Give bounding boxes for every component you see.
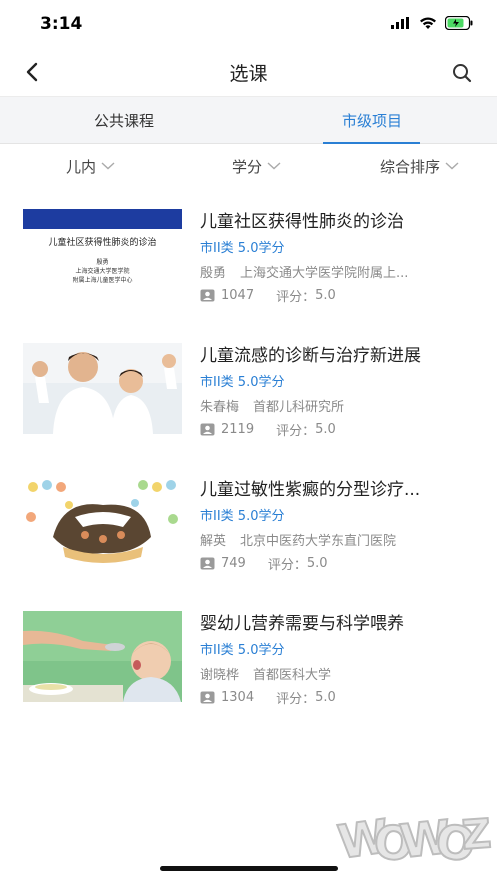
course-item[interactable]: 儿童社区获得性肺炎的诊治 殷勇 上海交通大学医学院 附属上海儿童医学中心 儿童社…	[0, 188, 497, 322]
thumb-line: 上海交通大学医学院	[75, 268, 130, 275]
rating-value: 5.0	[315, 288, 336, 303]
thumbnail-image	[23, 611, 182, 702]
teacher-name: 朱春梅	[200, 400, 240, 415]
filter-bar: 儿内 学分 综合排序	[0, 144, 497, 188]
tab-city-projects[interactable]: 市级项目	[272, 97, 472, 144]
course-item[interactable]: 婴幼儿营养需要与科学喂养 市II类 5.0学分 谢晓桦 首都医科大学 1304 评…	[0, 590, 497, 724]
course-credit: 市II类 5.0学分	[200, 241, 285, 256]
thumbnail-image	[23, 343, 182, 434]
rating-value: 5.0	[315, 422, 336, 437]
course-title: 婴幼儿营养需要与科学喂养	[200, 614, 404, 634]
nav-bar: 选课	[0, 48, 497, 96]
filter-credit[interactable]: 学分	[232, 144, 281, 188]
rating-label: 评分：	[276, 692, 316, 707]
rating-label: 评分：	[267, 558, 307, 573]
course-title: 儿童过敏性紫癜的分型诊疗...	[200, 480, 421, 500]
thumb-title: 儿童社区获得性肺炎的诊治	[48, 238, 157, 248]
course-thumbnail	[23, 611, 182, 702]
course-thumbnail	[23, 477, 182, 568]
course-stats: 2119 评分： 5.0	[200, 420, 336, 439]
view-count: 1304	[221, 690, 255, 705]
course-title: 儿童社区获得性肺炎的诊治	[200, 212, 404, 232]
chevron-down-icon	[445, 162, 459, 170]
status-time: 3:14	[40, 14, 83, 34]
course-stats: 1304 评分： 5.0	[200, 688, 336, 707]
course-stats: 749 评分： 5.0	[200, 554, 328, 573]
course-thumbnail	[23, 343, 182, 434]
search-icon	[453, 64, 472, 83]
thumb-line: 殷勇	[96, 259, 109, 266]
course-title: 儿童流感的诊断与治疗新进展	[200, 346, 421, 366]
views-icon	[200, 691, 215, 704]
course-tabs: 公共课程 市级项目	[0, 96, 497, 144]
course-teacher: 朱春梅 首都儿科研究所	[200, 396, 470, 415]
teacher-org: 首都儿科研究所	[253, 400, 345, 415]
view-count: 1047	[221, 288, 255, 303]
thumb-line: 附属上海儿童医学中心	[72, 277, 133, 284]
teacher-org: 上海交通大学医学院附属上...	[240, 266, 409, 281]
rating-value: 5.0	[315, 690, 336, 705]
teacher-name: 殷勇	[200, 266, 227, 281]
teacher-org: 首都医科大学	[253, 668, 332, 683]
views-icon	[200, 423, 215, 436]
tab-public-courses[interactable]: 公共课程	[24, 97, 224, 144]
filter-credit-label: 学分	[232, 157, 263, 176]
wifi-icon	[420, 17, 436, 29]
search-button[interactable]	[449, 60, 475, 86]
chevron-down-icon	[101, 162, 115, 170]
rating-value: 5.0	[306, 556, 328, 571]
course-teacher: 解英 北京中医药大学东直门医院	[200, 530, 470, 549]
rating-label: 评分：	[276, 290, 316, 305]
views-icon	[200, 289, 215, 302]
watermark-logo: W O W O Z	[333, 808, 493, 874]
rating-label: 评分：	[276, 424, 316, 439]
teacher-name: 解英	[200, 534, 227, 549]
course-teacher: 谢晓桦 首都医科大学	[200, 664, 470, 683]
battery-icon	[445, 16, 473, 30]
signal-icon	[391, 17, 409, 29]
course-item[interactable]: 儿童流感的诊断与治疗新进展 市II类 5.0学分 朱春梅 首都儿科研究所 2119…	[0, 322, 497, 456]
course-stats: 1047 评分： 5.0	[200, 286, 336, 305]
course-item[interactable]: 儿童过敏性紫癜的分型诊疗... 市II类 5.0学分 解英 北京中医药大学东直门医…	[0, 456, 497, 590]
view-count: 2119	[221, 422, 255, 437]
status-icons	[391, 16, 473, 30]
course-credit: 市II类 5.0学分	[200, 375, 285, 390]
view-count: 749	[221, 556, 246, 571]
filter-department-label: 儿内	[66, 157, 97, 176]
course-credit: 市II类 5.0学分	[200, 643, 285, 658]
course-thumbnail: 儿童社区获得性肺炎的诊治 殷勇 上海交通大学医学院 附属上海儿童医学中心	[23, 209, 182, 300]
course-list: 儿童社区获得性肺炎的诊治 殷勇 上海交通大学医学院 附属上海儿童医学中心 儿童社…	[0, 188, 497, 724]
status-bar: 3:14	[0, 0, 497, 48]
filter-sort[interactable]: 综合排序	[380, 144, 459, 188]
views-icon	[200, 557, 215, 570]
page-title: 选课	[229, 63, 268, 85]
home-indicator[interactable]	[160, 866, 338, 871]
filter-sort-label: 综合排序	[380, 157, 441, 176]
filter-department[interactable]: 儿内	[66, 144, 115, 188]
thumbnail-image	[23, 477, 182, 568]
course-teacher: 殷勇 上海交通大学医学院附属上...	[200, 262, 470, 281]
chevron-down-icon	[267, 162, 281, 170]
course-credit: 市II类 5.0学分	[200, 509, 285, 524]
teacher-name: 谢晓桦	[200, 668, 240, 683]
teacher-org: 北京中医药大学东直门医院	[240, 534, 397, 549]
